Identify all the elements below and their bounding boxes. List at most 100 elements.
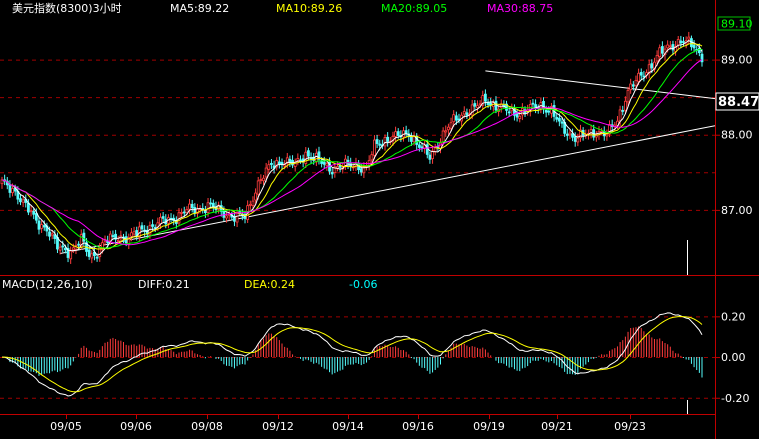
candle-body [557, 117, 561, 122]
candle-body [264, 167, 268, 178]
candle-body [288, 158, 292, 163]
ma5-line [1, 39, 703, 256]
price-tick-label-0: 89.00 [721, 54, 753, 67]
macd-lines [1, 312, 703, 397]
candle-body [251, 200, 255, 206]
candle-body [132, 231, 136, 235]
candle-body [555, 117, 559, 120]
candle-body [486, 102, 490, 105]
candle-body [87, 249, 91, 257]
candle-body [682, 41, 685, 43]
candle-body [700, 53, 704, 63]
candle-body [441, 130, 445, 143]
macd-value: -0.06 [349, 278, 377, 291]
candle-body [209, 202, 213, 205]
candle-body [259, 179, 263, 181]
diff-label: DIFF:0.21 [138, 278, 190, 291]
candle-body [159, 217, 162, 225]
x-tick-label-8: 09/23 [614, 420, 646, 433]
resistance-trendline [485, 70, 716, 100]
candle-body [77, 243, 81, 246]
candle-body [42, 225, 46, 228]
candle-body [660, 46, 664, 54]
candle-body [314, 152, 318, 163]
candle-body [394, 131, 397, 137]
candle-body [225, 215, 228, 219]
candle-body [116, 239, 120, 242]
candle-body [478, 103, 482, 106]
candle-body [11, 188, 14, 194]
candle-body [568, 132, 572, 136]
candle-body [185, 209, 189, 213]
candle-body [58, 246, 62, 251]
candle-body [692, 44, 696, 49]
candle-body [48, 231, 51, 237]
candle-body [193, 207, 197, 214]
candle-body [576, 137, 580, 143]
macd-title: MACD(12,26,10) [2, 278, 93, 291]
candle-body [375, 139, 379, 144]
price-tick-label-2: 87.00 [721, 204, 753, 217]
dea-line [2, 315, 703, 393]
diff-line [1, 312, 703, 397]
candle-body [61, 245, 65, 248]
candle-body [211, 202, 215, 207]
macd-tick-label-1: 0.00 [721, 351, 746, 364]
candle-body [322, 161, 326, 165]
candle-body [483, 93, 487, 102]
candle-body [668, 45, 672, 48]
candle-body [618, 109, 622, 122]
candle-body [560, 121, 564, 124]
candle-body [50, 233, 54, 236]
x-tick-label-0: 09/05 [50, 420, 82, 433]
ma5-label: MA5:89.22 [170, 2, 229, 15]
candle-body [111, 235, 115, 237]
candle-body [29, 210, 33, 213]
x-tick-label-5: 09/16 [402, 420, 434, 433]
candle-body [270, 162, 273, 165]
candle-body [71, 247, 75, 251]
cursor-value: 88.47 [718, 95, 759, 110]
chart-window: 89.00 88.00 87.00 0.20 0.00 -0.20 09/05 09/06 0… [0, 0, 759, 439]
candle-body [452, 114, 456, 123]
candle-body [21, 199, 25, 203]
candle-body [531, 102, 535, 105]
candle-body [40, 224, 44, 229]
candle-body [19, 198, 22, 203]
candle-body [27, 202, 30, 213]
candle-body [95, 256, 99, 259]
candle-body [190, 203, 194, 209]
candle-body [476, 105, 479, 109]
candle-body [248, 203, 252, 206]
candle-body [447, 126, 450, 131]
candle-body [634, 80, 638, 86]
candle-body [454, 115, 458, 121]
ma20-label: MA20:89.05 [381, 2, 447, 15]
candle-body [53, 234, 57, 239]
candle-body [666, 44, 670, 49]
candle-body [449, 122, 453, 129]
ma10-line [1, 43, 703, 250]
candle-body [63, 247, 67, 251]
x-tick-label-2: 09/08 [191, 420, 223, 433]
candle-body [444, 130, 448, 133]
candle-body [130, 232, 133, 237]
candle-body [383, 137, 387, 147]
candle-body [325, 163, 329, 167]
candle-body [623, 100, 627, 111]
candle-body [417, 144, 421, 148]
candle-body [565, 133, 569, 136]
x-tick-label-4: 09/14 [332, 420, 364, 433]
candle-body [359, 168, 363, 173]
candle-body [626, 89, 630, 103]
candle-body [465, 112, 469, 116]
candle-body [650, 63, 654, 69]
chart-title: 美元指数(8300)3小时 [12, 1, 122, 15]
x-axis-ticks: 09/05 09/06 09/08 09/12 09/14 09/16 09/19 09/21… [50, 415, 646, 433]
candle-body [151, 224, 154, 227]
candle-body [32, 211, 36, 215]
candle-body [378, 143, 382, 146]
candle-body [299, 159, 302, 162]
x-tick-label-7: 09/21 [541, 420, 573, 433]
candle-body [180, 211, 184, 214]
